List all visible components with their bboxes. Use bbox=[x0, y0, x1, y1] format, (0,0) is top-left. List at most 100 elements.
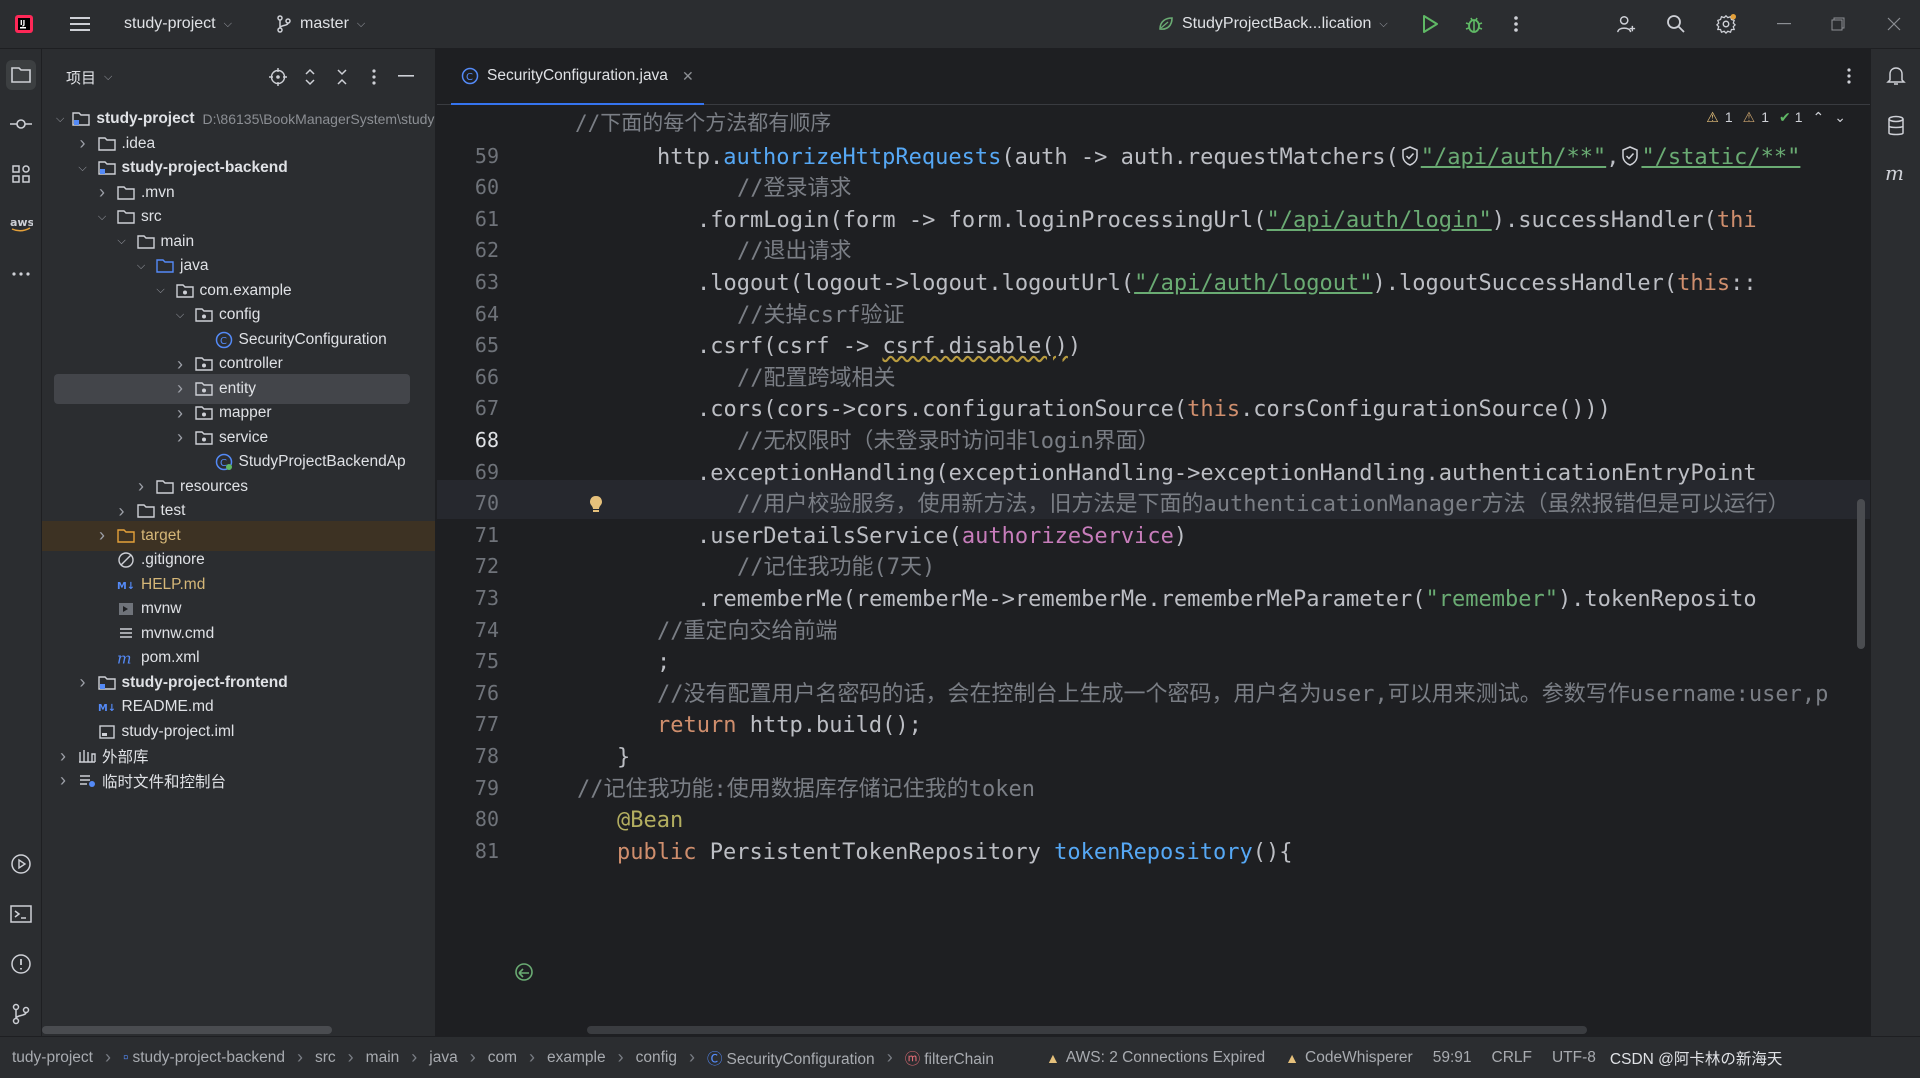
code-line[interactable]: //重定向交给前端 bbox=[657, 612, 838, 651]
breadcrumb-item[interactable]: main bbox=[366, 1049, 400, 1067]
breadcrumb-item[interactable]: Ⓒ SecurityConfiguration bbox=[707, 1047, 875, 1069]
locate-file-icon[interactable] bbox=[268, 67, 288, 87]
debug-icon[interactable] bbox=[1464, 14, 1484, 34]
line-ending[interactable]: CRLF bbox=[1492, 1049, 1532, 1067]
code-line[interactable]: return http.build(); bbox=[657, 706, 922, 745]
tab-security-configuration[interactable]: C SecurityConfiguration.java ✕ bbox=[451, 49, 704, 105]
database-icon[interactable] bbox=[1883, 113, 1909, 139]
previous-highlight-icon[interactable]: ⌃ bbox=[1813, 109, 1825, 126]
chevron-right-icon[interactable]: › bbox=[56, 746, 70, 767]
maven-icon[interactable]: m bbox=[1883, 161, 1909, 187]
tree-item-label: study-project-frontend bbox=[121, 673, 288, 691]
code-line[interactable]: .rememberMe(rememberMe->rememberMe.remem… bbox=[697, 580, 1757, 619]
line-number: 69 bbox=[474, 459, 499, 484]
svg-text:m: m bbox=[117, 649, 132, 667]
minimize-window-icon[interactable] bbox=[1774, 14, 1794, 34]
chevron-down-icon[interactable]: ⌵ bbox=[154, 284, 168, 297]
chevron-right-icon[interactable]: › bbox=[76, 133, 90, 154]
run-icon[interactable] bbox=[1420, 14, 1440, 34]
breadcrumb-item[interactable]: example bbox=[547, 1049, 606, 1067]
vertical-scrollbar[interactable] bbox=[1857, 499, 1865, 649]
git-tool-icon[interactable] bbox=[6, 999, 36, 1029]
tree-item-path: D:\86135\BookManagerSystem\study-project bbox=[202, 111, 435, 127]
breadcrumb-item[interactable]: ⓜ filterChain bbox=[905, 1047, 994, 1069]
problems-tool-icon[interactable] bbox=[6, 949, 36, 979]
breadcrumb-item[interactable]: java bbox=[429, 1049, 457, 1067]
branch-selector[interactable]: master ⌵ bbox=[274, 0, 365, 48]
expand-all-icon[interactable] bbox=[300, 67, 320, 87]
bean-gutter-icon[interactable] bbox=[513, 961, 535, 987]
package-icon bbox=[195, 430, 213, 446]
more-actions-icon[interactable] bbox=[1506, 14, 1526, 34]
add-user-icon[interactable] bbox=[1616, 14, 1636, 34]
breadcrumb-item[interactable]: ▫ study-project-backend bbox=[123, 1049, 285, 1067]
settings-gear-icon[interactable] bbox=[1716, 14, 1736, 34]
structure-tool-icon[interactable] bbox=[6, 159, 36, 189]
breadcrumb-item[interactable]: tudy-project bbox=[12, 1049, 93, 1067]
line-number: 77 bbox=[474, 712, 499, 737]
next-highlight-icon[interactable]: ⌄ bbox=[1834, 109, 1846, 126]
editor-horizontal-scrollbar[interactable] bbox=[587, 1026, 1587, 1034]
codewhisperer-status[interactable]: ▲ CodeWhisperer bbox=[1285, 1049, 1413, 1067]
chevron-right-icon[interactable]: › bbox=[173, 427, 187, 448]
chevron-down-icon[interactable]: ⌵ bbox=[104, 71, 112, 84]
app-logo-icon[interactable]: IJ bbox=[14, 14, 34, 34]
run-config-selector[interactable]: StudyProjectBack...lication ⌵ bbox=[1156, 0, 1388, 48]
editor-options-icon[interactable] bbox=[1846, 67, 1852, 89]
commit-tool-icon[interactable] bbox=[6, 109, 36, 139]
breadcrumb-item[interactable]: config bbox=[636, 1049, 677, 1067]
file-encoding[interactable]: UTF-8 bbox=[1552, 1049, 1596, 1067]
search-icon[interactable] bbox=[1666, 14, 1686, 34]
chevron-right-icon[interactable]: › bbox=[173, 403, 187, 424]
tree-item[interactable]: › 临时文件和控制台 bbox=[42, 766, 435, 796]
services-tool-icon[interactable] bbox=[6, 849, 36, 879]
tab-label: SecurityConfiguration.java bbox=[487, 67, 668, 84]
chevron-right-icon[interactable]: › bbox=[173, 354, 187, 375]
project-selector[interactable]: study-project ⌵ bbox=[124, 0, 232, 48]
chevron-right-icon[interactable]: › bbox=[56, 770, 70, 791]
chevron-down-icon[interactable]: ⌵ bbox=[56, 113, 64, 126]
chevron-right-icon[interactable]: › bbox=[134, 476, 148, 497]
more-tools-icon[interactable] bbox=[6, 259, 36, 289]
aws-status[interactable]: ▲ AWS: 2 Connections Expired bbox=[1046, 1049, 1265, 1067]
cursor-position[interactable]: 59:91 bbox=[1433, 1049, 1472, 1067]
close-tab-icon[interactable]: ✕ bbox=[682, 68, 694, 85]
project-panel-title[interactable]: 项目 bbox=[66, 67, 96, 88]
restore-window-icon[interactable] bbox=[1828, 14, 1848, 34]
code-token: ).tokenReposito bbox=[1557, 587, 1757, 612]
line-number: 74 bbox=[474, 617, 499, 642]
collapse-all-icon[interactable] bbox=[332, 67, 352, 87]
main-menu-icon[interactable] bbox=[70, 14, 90, 34]
chevron-down-icon[interactable]: ⌵ bbox=[115, 235, 129, 248]
code-area[interactable]: //下面的每个方法都有顺序 http.authorizeHttpRequests(… bbox=[575, 106, 1870, 1036]
intention-bulb-icon[interactable] bbox=[589, 495, 603, 519]
breadcrumb-item[interactable]: src bbox=[315, 1049, 336, 1067]
code-line[interactable]: public PersistentTokenRepository tokenRe… bbox=[617, 833, 1293, 872]
chevron-down-icon[interactable]: ⌵ bbox=[76, 162, 90, 175]
chevron-right-icon[interactable]: › bbox=[115, 501, 129, 522]
code-token: //退出请求 bbox=[737, 239, 852, 265]
breadcrumb-item[interactable]: com bbox=[488, 1049, 517, 1067]
code-line[interactable]: .formLogin(form -> form.loginProcessingU… bbox=[697, 201, 1757, 240]
chevron-down-icon[interactable]: ⌵ bbox=[95, 211, 109, 224]
close-window-icon[interactable] bbox=[1884, 14, 1904, 34]
chevron-right-icon[interactable]: › bbox=[95, 182, 109, 203]
tree-item-label: study-project.iml bbox=[121, 722, 235, 740]
chevron-right-icon[interactable]: › bbox=[95, 525, 109, 546]
horizontal-scrollbar[interactable] bbox=[42, 1026, 332, 1034]
terminal-tool-icon[interactable] bbox=[6, 899, 36, 929]
markdown-icon: M↓ bbox=[117, 577, 135, 593]
hide-panel-icon[interactable] bbox=[396, 67, 416, 87]
chevron-down-icon[interactable]: ⌵ bbox=[173, 309, 187, 322]
options-icon[interactable] bbox=[364, 67, 384, 87]
code-token: //记住我功能(7天) bbox=[737, 555, 936, 581]
chevron-right-icon[interactable]: › bbox=[173, 378, 187, 399]
svg-text:IJ: IJ bbox=[20, 19, 25, 27]
chevron-down-icon[interactable]: ⌵ bbox=[134, 260, 148, 273]
project-tool-icon[interactable] bbox=[6, 60, 36, 90]
inspection-widget[interactable]: ⚠ 1 ⚠ 1 ✔ 1 ⌃ ⌄ bbox=[1706, 109, 1846, 126]
chevron-right-icon[interactable]: › bbox=[76, 672, 90, 693]
aws-toolkit-icon[interactable]: aws bbox=[6, 209, 36, 239]
notifications-bell-icon[interactable] bbox=[1883, 63, 1909, 89]
java-class-icon: Ⓒ bbox=[706, 1050, 723, 1068]
